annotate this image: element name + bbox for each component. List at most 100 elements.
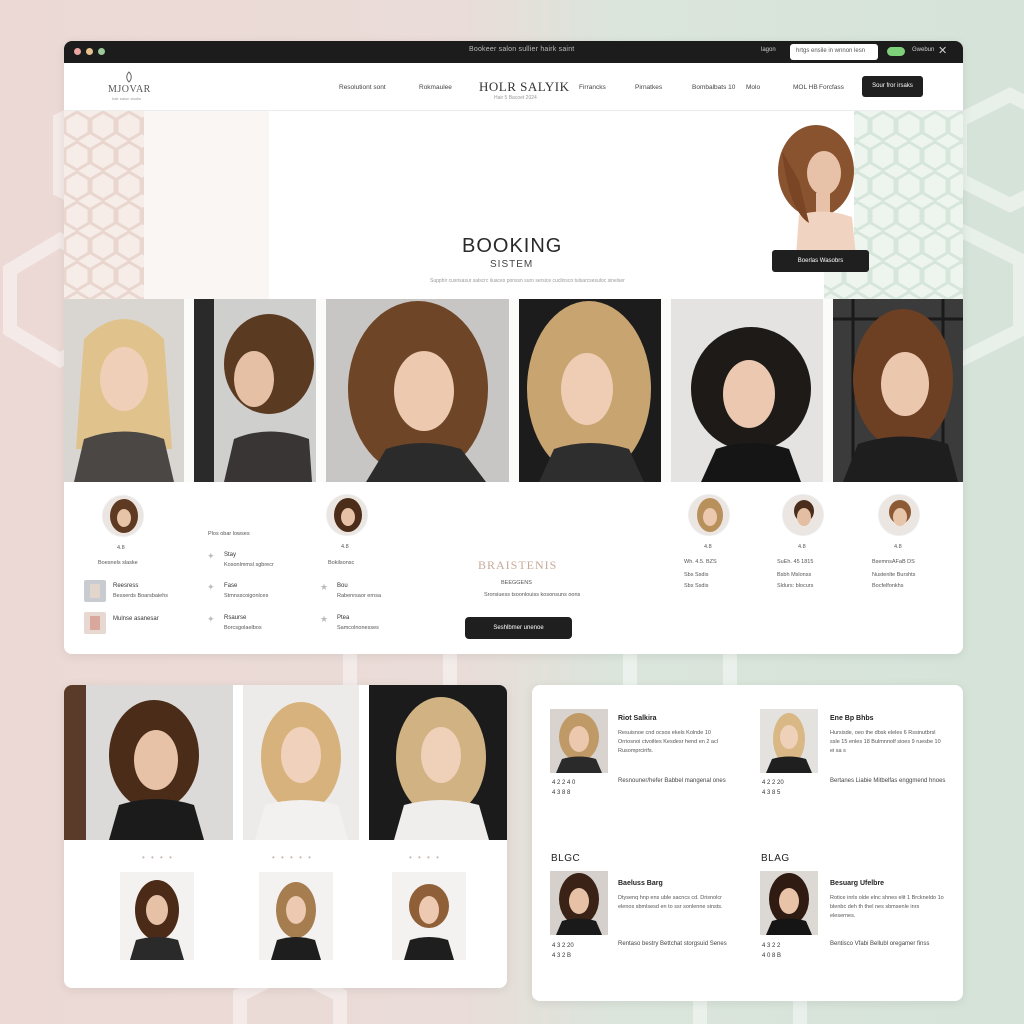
blog-title-2: BLAG <box>761 853 790 864</box>
close-icon[interactable]: ✕ <box>938 44 947 57</box>
list2-label-2[interactable]: Ptea <box>337 615 349 621</box>
stylist-avatar-5[interactable] <box>878 494 920 536</box>
card-name-3[interactable]: Baeluss Barg <box>618 880 663 887</box>
card-service-3: Rentaso bestry Bettchat storgsuid Senes <box>618 941 727 947</box>
card-photo-2[interactable] <box>760 709 818 773</box>
portfolio-thumb-3[interactable] <box>392 872 466 960</box>
service-title-2[interactable]: Mulnse asanesar <box>113 616 159 622</box>
service-thumb-2[interactable] <box>84 612 106 634</box>
service-thumb-1[interactable] <box>84 580 106 602</box>
brand-subtitle: Hair 5 Bacoet 2024 <box>494 95 537 101</box>
stylist-line1-5[interactable]: BsemnsAFaB DS <box>872 559 915 565</box>
title-bar: Bookeer salon sullier hairk saint lagon … <box>64 41 963 63</box>
stylist-avatar-3[interactable] <box>688 494 730 536</box>
stylist-line1-4[interactable]: SuEh. 45 1815 <box>777 559 813 565</box>
nav-link-3[interactable]: Firrancks <box>579 84 606 91</box>
card-photo-4[interactable] <box>760 871 818 935</box>
card-photo-1[interactable] <box>550 709 608 773</box>
hero-section: BOOKING SISTEM Supphir cusrisasur salscr… <box>64 111 963 299</box>
card-desc-1: Resuisnoe cnd ocsos ekels Kolnde 10 Orri… <box>618 730 718 754</box>
book-stylist-button[interactable]: Seshlbmer unenoe <box>465 617 572 639</box>
portfolio-thumb-2[interactable] <box>259 872 333 960</box>
hairstyle-gallery <box>64 299 963 482</box>
hero-title: BOOKING <box>462 235 563 257</box>
card-photo-3[interactable] <box>550 871 608 935</box>
blog-title-1: BLGC <box>551 853 581 864</box>
list-item-label-1[interactable]: Stay <box>224 552 236 558</box>
stylists-section: 4.8 Boesnels slaske Reesress Besserds Bo… <box>64 482 963 654</box>
stylist-rating-1: 4.8 <box>117 545 125 551</box>
card-desc-3: Dtysenq hnp ens uble sacncs cd. Drisnolc… <box>618 895 723 910</box>
list-item-label-3[interactable]: Rsaurse <box>224 615 246 621</box>
card-name-4[interactable]: Besuarg Ufelbre <box>830 880 884 887</box>
gallery-photo-3[interactable] <box>326 299 509 482</box>
card-name-1[interactable]: Riot Salkira <box>618 715 657 722</box>
stylist-avatar-1[interactable] <box>102 495 144 537</box>
logo-name[interactable]: MJOVAR <box>108 84 151 95</box>
carousel-dots-1[interactable]: • • • • <box>142 853 174 862</box>
maximize-window-button[interactable] <box>98 48 105 55</box>
card-price-2: 4 2 2 20 4 3 8 5 <box>762 780 784 796</box>
nav-link-8[interactable]: Forcfass <box>819 84 844 91</box>
portfolio-photo-3[interactable] <box>369 685 507 840</box>
carousel-dots-2[interactable]: • • • • • <box>272 853 313 862</box>
card-price-1: 4 2 2 4 0 4 3 8 8 <box>552 780 576 796</box>
section-title: BRAISTENIS <box>478 558 558 572</box>
portfolio-thumb-1[interactable] <box>120 872 194 960</box>
card-name-2[interactable]: Ene Bp Bhbs <box>830 715 874 722</box>
stylist-cards-panel: Riot Salkira Resuisnoe cnd ocsos ekels K… <box>532 685 963 1001</box>
gallery-photo-5[interactable] <box>671 299 823 482</box>
stylist-line3-3: Sbs Ssdis <box>684 583 709 589</box>
stylist-line3-4: Sldurs: blocurs <box>777 583 814 589</box>
user-menu[interactable]: Gwebun <box>912 47 934 53</box>
stylist-rating-4: 4.8 <box>798 544 806 550</box>
nav-link-1[interactable]: Resolutiont sont <box>339 84 386 91</box>
stylist-name-1[interactable]: Boesnels slaske <box>98 560 138 566</box>
stylist-rating-5: 4.8 <box>894 544 902 550</box>
gallery-photo-4[interactable] <box>519 299 661 482</box>
browser-window: Bookeer salon sullier hairk saint lagon … <box>64 41 963 654</box>
list-item-sub-2: Stmnsscoigonlces <box>224 593 269 599</box>
nav-link-7[interactable]: MOL HB <box>793 84 818 91</box>
hero-book-button[interactable]: Boerlas Wasobrs <box>772 250 869 272</box>
service-sub-1: Besserds Boarsbaiehs <box>113 593 169 599</box>
hero-subtitle: SISTEM <box>490 259 534 270</box>
nav-link-4[interactable]: Pirnatkes <box>635 84 662 91</box>
card-service-4: Bentisco Vfabi Bellubl oregamer finss <box>830 941 930 947</box>
card-desc-2: Hursisde, oeo the dbsk eleles 6 Rssinutb… <box>830 730 941 754</box>
brand-title[interactable]: HOLR SALYIK <box>479 79 570 95</box>
logo-subtitle: hair salon studio <box>112 96 142 101</box>
nav-link-5[interactable]: Bombalbats 10 <box>692 84 735 91</box>
nav-link-6[interactable]: Molo <box>746 84 760 91</box>
star-icon: ★ <box>320 614 329 624</box>
close-window-button[interactable] <box>74 48 81 55</box>
gallery-photo-1[interactable] <box>64 299 184 482</box>
stylist-line3-5: Bocfelfonkhs <box>872 583 904 589</box>
stylist-name-2[interactable]: Bokilsonsc <box>328 560 354 566</box>
stylist-line2-3: Sbs Ssdis <box>684 572 709 578</box>
address-bar[interactable]: hrtgs ensile in wnnon lesn <box>790 44 878 60</box>
status-toggle[interactable] <box>887 47 905 56</box>
star-icon: ✦ <box>207 582 215 592</box>
nav-cta-button[interactable]: Sour fror irsaks <box>862 76 923 97</box>
stylist-avatar-4[interactable] <box>782 494 824 536</box>
stylist-line2-4: Bsbh Mslonss <box>777 572 812 578</box>
card-price-3: 4 3 2 20 4 3 2 B <box>552 943 574 959</box>
gallery-photo-2[interactable] <box>194 299 316 482</box>
list-title: Plos obar lowses <box>208 531 250 537</box>
carousel-dots-3[interactable]: • • • • <box>409 853 441 862</box>
card-service-1: Resnouner/hefer Babbel mangenal ones <box>618 778 726 784</box>
stylist-avatar-2[interactable] <box>326 494 368 536</box>
minimize-window-button[interactable] <box>86 48 93 55</box>
list-item-label-2[interactable]: Fase <box>224 583 237 589</box>
nav-link-2[interactable]: Rokmaulee <box>419 84 452 91</box>
gallery-photo-6[interactable] <box>833 299 963 482</box>
section-note: Srorsiuess tsoonlouiss kosonsuns oons <box>484 592 581 598</box>
service-title-1[interactable]: Reesress <box>113 583 138 589</box>
list2-label-1[interactable]: Bou <box>337 583 348 589</box>
stylist-line1-3[interactable]: Wh. 4.5. BZS <box>684 559 717 565</box>
portfolio-photo-2[interactable] <box>243 685 359 840</box>
section-subtitle: BEEGGENS <box>501 580 532 586</box>
card-service-2: Bertanes Liabie Mitbelfas enggmend hnoes <box>830 778 946 784</box>
portfolio-photo-1[interactable] <box>64 685 233 840</box>
